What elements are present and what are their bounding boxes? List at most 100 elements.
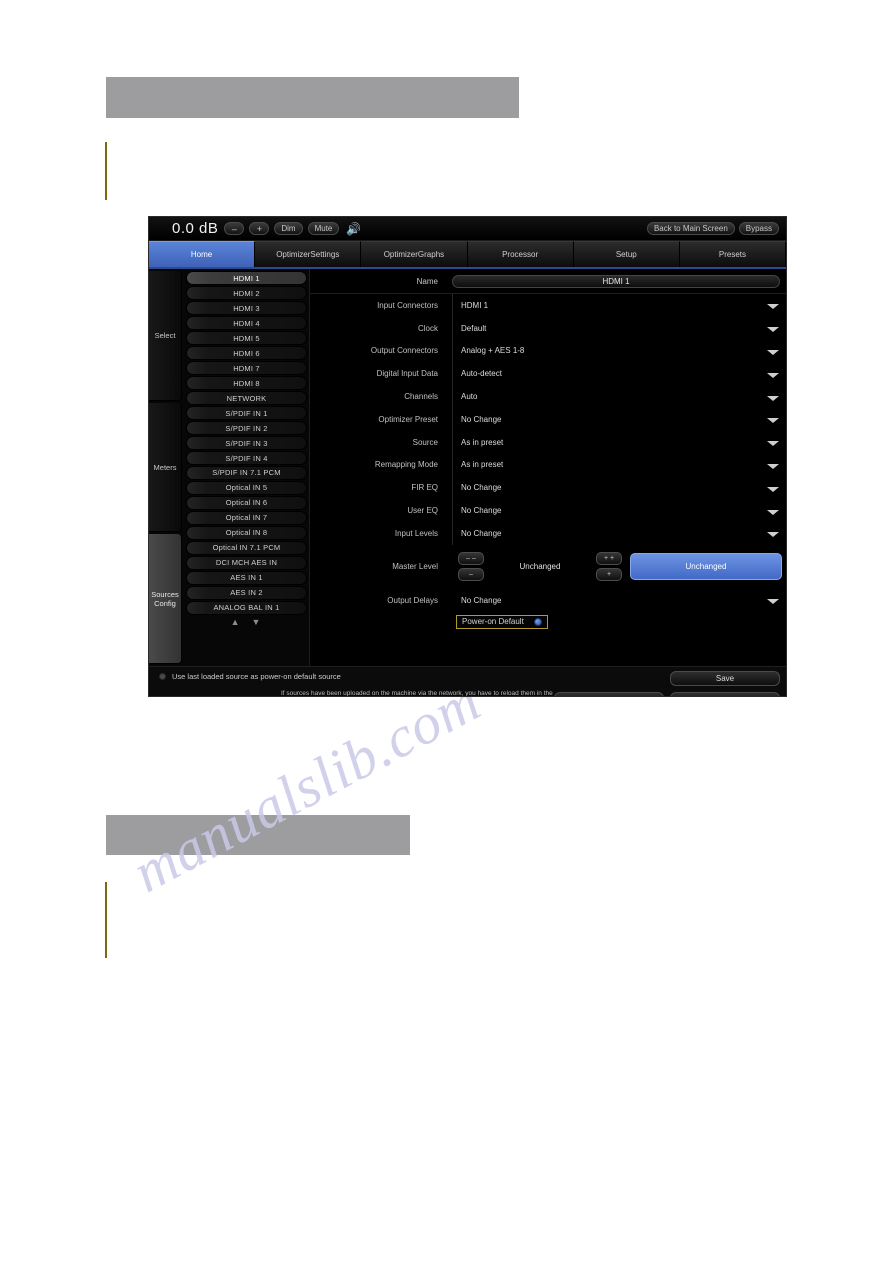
source-list-item[interactable]: HDMI 5 xyxy=(186,330,307,346)
setting-row[interactable]: Input Levels No Change xyxy=(310,522,786,545)
setting-row[interactable]: Source As in preset xyxy=(310,431,786,454)
source-list-item[interactable]: Optical IN 6 xyxy=(186,495,307,511)
chevron-down-icon[interactable] xyxy=(760,388,786,406)
setting-label: User EQ xyxy=(407,506,438,516)
source-list-item[interactable]: ANALOG BAL IN 1 xyxy=(186,600,307,616)
volume-down-button[interactable]: – xyxy=(224,222,245,235)
source-list-item[interactable]: S/PDIF IN 2 xyxy=(186,420,307,436)
mute-button[interactable]: Mute xyxy=(307,222,340,235)
scroll-down-icon[interactable]: ▼ xyxy=(252,617,261,627)
vertical-tab-select[interactable]: Select xyxy=(149,271,182,401)
power-on-default-checkbox-row[interactable]: Use last loaded source as power-on defau… xyxy=(159,672,556,681)
name-input[interactable]: HDMI 1 xyxy=(452,274,780,288)
vertical-tab-meters[interactable]: Meters xyxy=(149,402,182,533)
master-level-increment-large-button[interactable]: + + xyxy=(596,552,622,566)
section-heading-bar-bottom xyxy=(106,815,410,855)
chevron-down-icon[interactable] xyxy=(760,319,786,337)
tab-optimizer[interactable]: Optimizer Graphs xyxy=(361,241,468,267)
source-list-item[interactable]: Optical IN 5 xyxy=(186,480,307,496)
save-button[interactable]: Save xyxy=(670,671,780,686)
source-list-item[interactable]: AES IN 1 xyxy=(186,570,307,586)
chevron-down-icon[interactable] xyxy=(760,524,786,542)
name-row: Name HDMI 1 xyxy=(310,269,786,294)
source-list-item[interactable]: HDMI 1 xyxy=(186,271,307,286)
source-list-item[interactable]: S/PDIF IN 1 xyxy=(186,405,307,421)
setting-row[interactable]: Input Connectors HDMI 1 xyxy=(310,294,786,317)
chevron-down-icon[interactable] xyxy=(760,591,786,609)
master-level-decrement-large-button[interactable]: – – xyxy=(458,552,484,566)
footer-left: Use last loaded source as power-on defau… xyxy=(149,667,556,697)
source-list-item[interactable]: Optical IN 7.1 PCM xyxy=(186,540,307,556)
scroll-up-icon[interactable]: ▲ xyxy=(231,617,240,627)
setting-value: HDMI 1 xyxy=(461,300,489,310)
source-list-item[interactable]: HDMI 7 xyxy=(186,360,307,376)
setting-row[interactable]: User EQ No Change xyxy=(310,499,786,522)
setting-row[interactable]: Output Connectors Analog + AES 1-8 xyxy=(310,340,786,363)
tab-label: Optimizer xyxy=(383,250,418,259)
dim-button[interactable]: Dim xyxy=(274,222,303,235)
setting-label: Digital Input Data xyxy=(376,369,438,379)
setting-label: Input Levels xyxy=(394,528,438,538)
tab-presets[interactable]: Presets xyxy=(679,241,786,267)
chevron-down-icon[interactable] xyxy=(760,456,786,474)
master-level-increment-small-button[interactable]: + xyxy=(596,568,622,582)
chevron-down-icon[interactable] xyxy=(760,479,786,497)
setting-label: Channels xyxy=(404,392,438,402)
source-list-item[interactable]: S/PDIF IN 4 xyxy=(186,450,307,466)
chevron-down-icon[interactable] xyxy=(760,342,786,360)
chevron-down-icon[interactable] xyxy=(760,296,786,314)
source-list-item[interactable]: S/PDIF IN 7.1 PCM xyxy=(186,465,307,481)
power-on-default-control[interactable]: Power-on Default xyxy=(456,614,548,629)
top-bar: 0.0 dB – + Dim Mute 🔊 Back to Main Scree… xyxy=(149,217,786,241)
chevron-down-icon[interactable] xyxy=(760,502,786,520)
setting-value: Analog + AES 1-8 xyxy=(461,346,525,356)
tab-label-line2: Settings xyxy=(310,250,340,259)
source-list-item[interactable]: HDMI 8 xyxy=(186,375,307,391)
source-list-item[interactable]: HDMI 3 xyxy=(186,300,307,316)
master-level-controls: – – – Unchanged + + + Unchanged xyxy=(452,552,786,582)
volume-readout: 0.0 dB xyxy=(172,220,219,237)
checkbox-icon[interactable] xyxy=(159,673,166,680)
tab-home[interactable]: Home xyxy=(149,241,256,267)
master-level-decrement-small-button[interactable]: – xyxy=(458,568,484,582)
back-to-main-screen-button[interactable]: Back to Main Screen xyxy=(646,222,735,235)
footer-note: If sources have been uploaded on the mac… xyxy=(281,690,553,697)
source-list-item[interactable]: HDMI 2 xyxy=(186,285,307,301)
setting-row[interactable]: Remapping Mode As in preset xyxy=(310,454,786,477)
source-list-item[interactable]: Optical IN 8 xyxy=(186,525,307,541)
volume-up-button[interactable]: + xyxy=(249,222,270,235)
chevron-down-icon[interactable] xyxy=(760,365,786,383)
source-list-item[interactable]: DCI MCH AES IN xyxy=(186,555,307,571)
setting-row[interactable]: Clock Default xyxy=(310,317,786,340)
source-list-item[interactable]: NETWORK xyxy=(186,390,307,406)
bypass-button[interactable]: Bypass xyxy=(738,222,779,235)
setting-value: Auto xyxy=(461,392,478,402)
chevron-down-icon[interactable] xyxy=(760,433,786,451)
source-list: HDMI 1 HDMI 2 HDMI 3 HDMI 4 HDMI 5 HDMI 6 HDMI… xyxy=(182,271,309,616)
power-on-default-row: Power-on Default xyxy=(310,612,786,632)
source-list-item[interactable]: HDMI 6 xyxy=(186,345,307,361)
tab-setup[interactable]: Setup xyxy=(573,241,680,267)
master-level-unchanged-button[interactable]: Unchanged xyxy=(630,553,782,581)
setting-row[interactable]: Channels Auto xyxy=(310,385,786,408)
reload-button[interactable]: Reload xyxy=(554,692,664,696)
chevron-down-icon[interactable] xyxy=(760,410,786,428)
setting-row[interactable]: Optimizer Preset No Change xyxy=(310,408,786,431)
tab-processor[interactable]: Processor xyxy=(467,241,574,267)
speaker-icon[interactable]: 🔊 xyxy=(346,223,361,235)
output-delays-row[interactable]: Output Delays No Change xyxy=(310,589,786,612)
source-list-item[interactable]: Optical IN 7 xyxy=(186,510,307,526)
vertical-tab-sources[interactable]: Sources Config xyxy=(149,534,182,665)
setting-row[interactable]: Digital Input Data Auto-detect xyxy=(310,362,786,385)
top-bar-right-group: Back to Main Screen Bypass xyxy=(646,222,781,235)
source-list-item[interactable]: S/PDIF IN 3 xyxy=(186,435,307,451)
setting-row[interactable]: FIR EQ No Change xyxy=(310,476,786,499)
source-settings-panel: Name HDMI 1 Input Connectors HDMI 1 Clock D… xyxy=(310,269,786,666)
master-level-increment-group: + + + xyxy=(596,552,622,582)
vertical-tab-label: Select xyxy=(154,330,176,340)
source-list-item[interactable]: HDMI 4 xyxy=(186,315,307,331)
factory-button[interactable]: Factory xyxy=(670,692,780,696)
power-on-default-indicator-icon[interactable] xyxy=(533,617,542,626)
source-list-item[interactable]: AES IN 2 xyxy=(186,585,307,601)
tab-optimizer[interactable]: Optimizer Settings xyxy=(255,241,362,267)
